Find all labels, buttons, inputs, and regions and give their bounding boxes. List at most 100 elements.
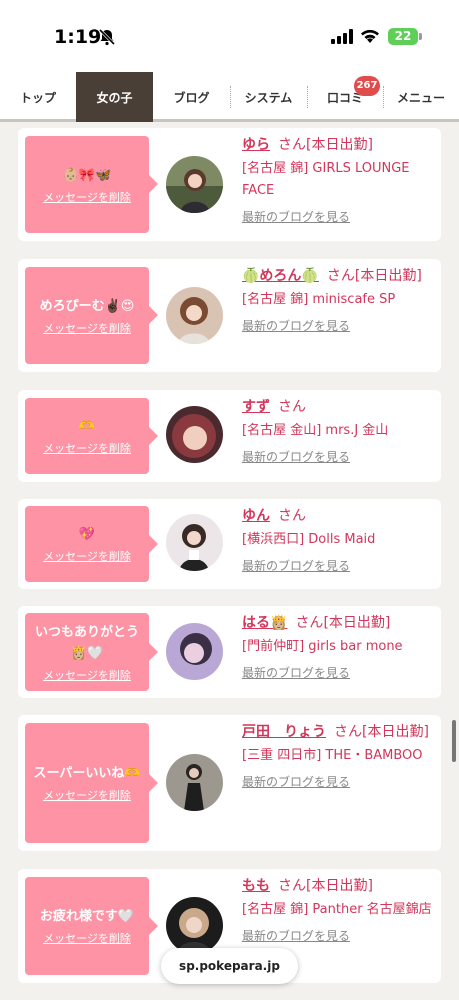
message-card: スーパーいいね🫶 メッセージを削除 戸田 りょう さん[本日出勤] [三重 四日市… — [18, 715, 441, 851]
bubble-arrow — [149, 917, 158, 935]
latest-blog-link[interactable]: 最新のブログを見る — [242, 927, 438, 945]
name-line: ゆん さん — [242, 505, 438, 527]
girl-name-link[interactable]: もも — [242, 878, 270, 894]
message-bubble: 🫶 メッセージを削除 — [25, 398, 149, 474]
bubble-arrow — [149, 306, 158, 324]
latest-blog-link[interactable]: 最新のブログを見る — [242, 208, 438, 226]
bubble-arrow — [149, 535, 158, 553]
message-card: 💖 メッセージを削除 ゆん さん [横浜西口] Dolls Maid 最新のブログ… — [18, 499, 441, 589]
girl-name-link[interactable]: ゆん — [242, 508, 270, 524]
delete-message-link[interactable]: メッセージを削除 — [43, 930, 131, 946]
shop-name: [名古屋 錦] GIRLS LOUNGE FACE — [242, 161, 410, 198]
message-bubble: 👶🏼🎀🦋 メッセージを削除 — [25, 136, 149, 233]
shop-name: [門前仲町] girls bar mone — [242, 639, 403, 654]
message-bubble: いつもありがとう👸🏼🤍 メッセージを削除 — [25, 613, 149, 691]
tab-girls[interactable]: 女の子 — [76, 72, 153, 122]
message-bubble: めろぴーむ✌🏿😍 メッセージを削除 — [25, 267, 149, 364]
name-line: もも さん[本日出勤] — [242, 875, 438, 897]
status-time: 1:19 — [54, 26, 102, 48]
battery-icon: 22 — [388, 28, 418, 45]
message-text: いつもありがとう👸🏼🤍 — [34, 624, 139, 661]
url-bar[interactable]: sp.pokepara.jp — [161, 948, 298, 984]
honorific: さん — [334, 724, 362, 740]
reviews-count-badge: 267 — [354, 76, 380, 96]
avatar[interactable] — [166, 156, 223, 213]
message-card: めろぴーむ✌🏿😍 メッセージを削除 🍈めろん🍈 さん[本日出勤] [名古屋 錦] … — [18, 259, 441, 372]
profile-info: すず さん [名古屋 金山] mrs.J 金山 最新のブログを見る — [242, 396, 438, 466]
avatar[interactable] — [166, 514, 223, 571]
delete-message-link[interactable]: メッセージを削除 — [43, 787, 131, 803]
bubble-arrow — [149, 643, 158, 661]
message-card: 🫶 メッセージを削除 すず さん [名古屋 金山] mrs.J 金山 最新のブログ… — [18, 390, 441, 482]
profile-info: ゆん さん [横浜西口] Dolls Maid 最新のブログを見る — [242, 505, 438, 575]
shop-name: [名古屋 金山] mrs.J 金山 — [242, 423, 389, 438]
girl-name-link[interactable]: 🍈めろん🍈 — [242, 268, 319, 284]
honorific: さん — [326, 268, 355, 284]
avatar[interactable] — [166, 897, 223, 954]
message-bubble: スーパーいいね🫶 メッセージを削除 — [25, 723, 149, 843]
message-bubble: お疲れ様です🤍 メッセージを削除 — [25, 877, 149, 975]
status-bar: 1:19 22 — [0, 0, 459, 72]
delete-message-link[interactable]: メッセージを削除 — [43, 667, 131, 683]
profile-info: 戸田 りょう さん[本日出勤] [三重 四日市] THE・BAMBOO 最新のブロ… — [242, 721, 438, 791]
name-line: ゆら さん[本日出勤] — [242, 134, 438, 156]
honorific: さん — [278, 508, 306, 524]
message-card: いつもありがとう👸🏼🤍 メッセージを削除 はる👸🏼 さん[本日出勤] [門前仲町]… — [18, 606, 441, 698]
delete-message-link[interactable]: メッセージを削除 — [43, 320, 131, 336]
bell-muted-icon — [98, 28, 116, 46]
latest-blog-link[interactable]: 最新のブログを見る — [242, 773, 438, 791]
latest-blog-link[interactable]: 最新のブログを見る — [242, 557, 438, 575]
delete-message-link[interactable]: メッセージを削除 — [43, 189, 131, 205]
delete-message-link[interactable]: メッセージを削除 — [43, 548, 131, 564]
tab-blog[interactable]: ブログ — [153, 72, 230, 122]
shop-name: [三重 四日市] THE・BAMBOO — [242, 748, 423, 763]
honorific: さん — [295, 615, 324, 631]
work-status: [本日出勤] — [306, 137, 373, 153]
work-status: [本日出勤] — [354, 268, 422, 284]
avatar[interactable] — [166, 287, 223, 344]
work-status: [本日出勤] — [362, 724, 429, 740]
girl-name-link[interactable]: すず — [242, 399, 270, 415]
scrollbar[interactable] — [452, 720, 456, 762]
shop-name: [横浜西口] Dolls Maid — [242, 532, 376, 547]
tab-menu[interactable]: メニュー — [383, 72, 459, 122]
work-status: [本日出勤] — [323, 615, 391, 631]
girl-name-link[interactable]: はる👸🏼 — [242, 615, 287, 631]
name-line: 🍈めろん🍈 さん[本日出勤] — [242, 265, 438, 287]
signal-icon — [331, 29, 353, 44]
message-text: お疲れ様です🤍 — [39, 909, 135, 924]
girl-name-link[interactable]: ゆら — [242, 137, 270, 153]
profile-info: 🍈めろん🍈 さん[本日出勤] [名古屋 錦] miniscafe SP 最新のブロ… — [242, 265, 438, 335]
profile-info: もも さん[本日出勤] [名古屋 錦] Panther 名古屋錦店 最新のブログを… — [242, 875, 438, 945]
work-status: [本日出勤] — [306, 878, 373, 894]
profile-info: はる👸🏼 さん[本日出勤] [門前仲町] girls bar mone 最新のブロ… — [242, 612, 438, 682]
name-line: 戸田 りょう さん[本日出勤] — [242, 721, 438, 743]
wifi-icon — [361, 29, 379, 43]
battery-tip — [419, 33, 422, 40]
message-text: 💖 — [78, 527, 96, 542]
message-text: スーパーいいね🫶 — [33, 766, 141, 781]
avatar[interactable] — [166, 406, 223, 463]
name-line: すず さん — [242, 396, 438, 418]
message-card: 👶🏼🎀🦋 メッセージを削除 ゆら さん[本日出勤] [名古屋 錦] GIRLS L… — [18, 128, 441, 241]
avatar[interactable] — [166, 623, 223, 680]
honorific: さん — [278, 878, 306, 894]
bubble-arrow — [149, 774, 158, 792]
latest-blog-link[interactable]: 最新のブログを見る — [242, 664, 438, 682]
tab-system[interactable]: システム — [230, 72, 307, 122]
name-line: はる👸🏼 さん[本日出勤] — [242, 612, 438, 634]
main-nav: トップ 女の子 ブログ システム 口コミ メニュー — [0, 72, 459, 122]
message-text: 🫶 — [78, 419, 96, 434]
girl-name-link[interactable]: 戸田 りょう — [242, 724, 326, 740]
bubble-arrow — [149, 175, 158, 193]
message-text: めろぴーむ✌🏿😍 — [39, 298, 135, 314]
latest-blog-link[interactable]: 最新のブログを見る — [242, 448, 438, 466]
bubble-arrow — [149, 427, 158, 445]
tab-top[interactable]: トップ — [0, 72, 76, 122]
delete-message-link[interactable]: メッセージを削除 — [43, 440, 131, 456]
message-bubble: 💖 メッセージを削除 — [25, 506, 149, 582]
latest-blog-link[interactable]: 最新のブログを見る — [242, 317, 438, 335]
avatar[interactable] — [166, 754, 223, 811]
message-text: 👶🏼🎀🦋 — [62, 167, 112, 183]
honorific: さん — [278, 399, 306, 415]
